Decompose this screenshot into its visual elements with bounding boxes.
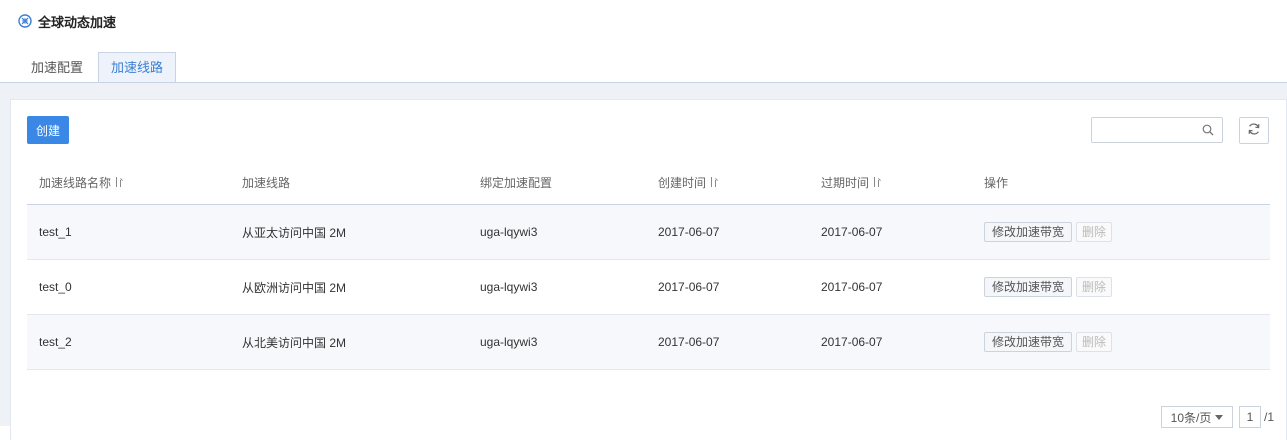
created-time: 2017-06-07 [658,280,720,294]
route-name: test_2 [39,335,72,349]
delete-button[interactable]: 删除 [1076,277,1113,297]
table-row: test_0 从欧洲访问中国 2M uga-lqywi3 2017-06-07 … [27,260,1270,315]
route-name: test_1 [39,225,72,239]
expire-time: 2017-06-07 [821,280,883,294]
sort-icon[interactable] [710,177,718,187]
tab-accel-routes[interactable]: 加速线路 [98,52,177,83]
bound-config: uga-lqywi3 [480,335,538,349]
page-number-input[interactable]: 1 [1239,406,1261,428]
column-header-created[interactable]: 创建时间 [658,160,718,204]
sort-icon[interactable] [115,177,123,187]
tab-accel-config[interactable]: 加速配置 [18,52,96,81]
delete-button[interactable]: 删除 [1076,332,1113,352]
column-header-actions: 操作 [984,175,1009,190]
table-header: 加速线路名称 加速线路 绑定加速配置 创建时间 过期时间 操作 [27,160,1270,205]
route-desc: 从亚太访问中国 2M [242,225,347,240]
page-header: 全球动态加速 [18,12,116,30]
route-desc: 从北美访问中国 2M [242,335,347,350]
created-time: 2017-06-07 [658,335,720,349]
column-header-name[interactable]: 加速线路名称 [39,160,123,204]
bound-config: uga-lqywi3 [480,280,538,294]
search-icon[interactable] [1202,124,1214,136]
search-input[interactable] [1096,121,1200,141]
table-row: test_2 从北美访问中国 2M uga-lqywi3 2017-06-07 … [27,315,1270,370]
pagination: 10条/页 1 /1 [1161,406,1274,428]
modify-bandwidth-button[interactable]: 修改加速带宽 [984,222,1073,242]
bound-config: uga-lqywi3 [480,225,538,239]
route-desc: 从欧洲访问中国 2M [242,280,347,295]
sort-icon[interactable] [873,177,881,187]
create-button[interactable]: 创建 [27,116,69,144]
content-area: 创建 加速线路名称 加速线路 绑定加速配置 创建时间 过期时间 操作 test_… [0,83,1287,440]
page-size-select[interactable]: 10条/页 [1161,406,1233,428]
row-actions: 修改加速带宽 删除 [984,205,1116,259]
row-actions: 修改加速带宽 删除 [984,260,1116,314]
page-title: 全球动态加速 [38,14,117,30]
expire-time: 2017-06-07 [821,335,883,349]
routes-panel: 创建 加速线路名称 加速线路 绑定加速配置 创建时间 过期时间 操作 test_… [10,99,1287,440]
page-total: /1 [1264,410,1275,424]
search-box [1091,117,1223,143]
refresh-icon [1247,122,1261,139]
delete-button[interactable]: 删除 [1076,222,1113,242]
column-header-config: 绑定加速配置 [480,175,553,190]
created-time: 2017-06-07 [658,225,720,239]
column-header-expires[interactable]: 过期时间 [821,160,881,204]
table-row: test_1 从亚太访问中国 2M uga-lqywi3 2017-06-07 … [27,205,1270,260]
caret-down-icon [1215,414,1224,420]
route-name: test_0 [39,280,72,294]
row-actions: 修改加速带宽 删除 [984,315,1116,369]
refresh-button[interactable] [1239,117,1269,144]
modify-bandwidth-button[interactable]: 修改加速带宽 [984,332,1073,352]
column-header-route: 加速线路 [242,175,291,190]
modify-bandwidth-button[interactable]: 修改加速带宽 [984,277,1073,297]
expire-time: 2017-06-07 [821,225,883,239]
tab-bar: 加速配置 加速线路 [18,52,177,83]
global-accel-icon [18,14,32,28]
